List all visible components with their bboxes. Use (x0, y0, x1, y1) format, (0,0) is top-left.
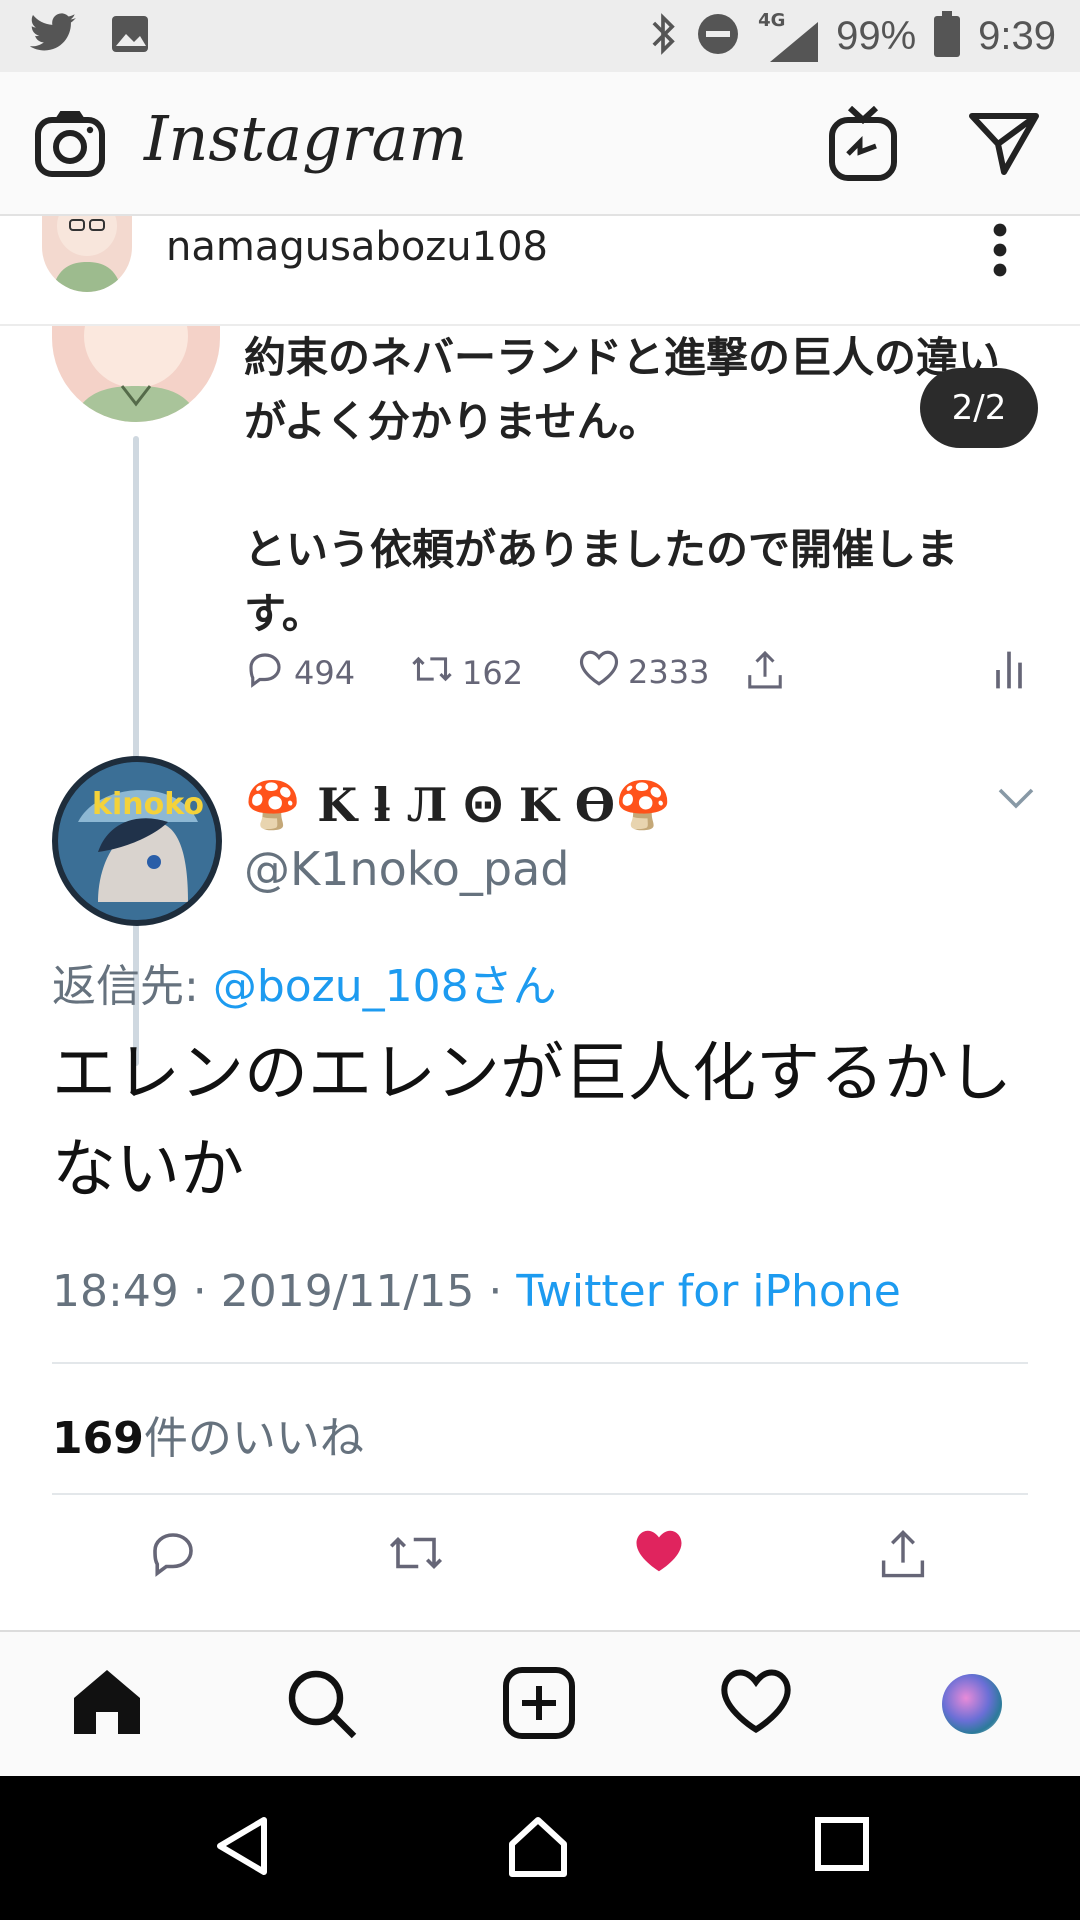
back-icon[interactable] (214, 1816, 270, 1880)
retweet-count: 162 (462, 654, 524, 692)
instagram-header: Instagram (0, 72, 1080, 216)
add-post-icon[interactable] (502, 1666, 576, 1744)
more-options-icon[interactable] (990, 222, 1010, 282)
instagram-bottom-nav (0, 1630, 1080, 1776)
retweet-action[interactable]: 162 (410, 648, 523, 698)
previous-tweet-line1: 約束のネバーランドと進撃の巨人の違いがよく分かりません。 (244, 333, 1001, 446)
signal-icon: 4G (758, 10, 819, 62)
camera-icon[interactable] (34, 110, 106, 182)
tweet-timestamp: 18:49 · 2019/11/15 · (52, 1266, 517, 1317)
likes-label: 件のいいね (143, 1413, 364, 1464)
post-header: namagusabozu108 (0, 216, 1080, 326)
tweet-card: 約束のネバーランドと進撃の巨人の違いがよく分かりません。 という依頼がありました… (0, 326, 1080, 1611)
direct-message-icon[interactable] (968, 110, 1040, 180)
chevron-down-icon[interactable] (998, 788, 1034, 814)
divider (52, 1493, 1028, 1495)
reply-count: 494 (294, 654, 356, 692)
svg-text:kinoko: kinoko (92, 787, 204, 822)
share-icon (744, 648, 786, 700)
do-not-disturb-icon (696, 12, 740, 60)
share-action[interactable] (744, 648, 786, 700)
android-nav-bar (0, 1776, 1080, 1920)
reply-action[interactable]: 494 (244, 648, 355, 698)
home-icon[interactable] (70, 1666, 144, 1742)
likes-summary[interactable]: 169件のいいね (52, 1402, 364, 1466)
clock: 9:39 (978, 13, 1056, 58)
like-count: 2333 (628, 653, 710, 691)
reply-icon[interactable] (146, 1526, 200, 1584)
search-icon[interactable] (284, 1666, 360, 1746)
reply-to-link[interactable]: @bozu_108さん (213, 961, 557, 1012)
previous-tweet-avatar (52, 326, 220, 422)
heart-outline-icon (578, 648, 620, 696)
battery-icon (934, 11, 961, 61)
previous-tweet-line2: という依頼がありましたので開催します。 (244, 525, 959, 638)
tweet-display-name: 🍄 K ƚ Л Ꙫ K Ө🍄 (244, 778, 673, 832)
tweet-body: エレンのエレンが巨人化するかしないか (52, 1037, 1012, 1207)
activity-heart-icon[interactable] (718, 1666, 794, 1740)
retweet-icon (410, 648, 454, 698)
previous-tweet-text: 約束のネバーランドと進撃の巨人の違いがよく分かりません。 という依頼がありました… (244, 326, 1004, 646)
analytics-action[interactable] (992, 648, 1026, 700)
like-action[interactable]: 2333 (578, 648, 709, 696)
post-username[interactable]: namagusabozu108 (166, 224, 548, 270)
reply-to-line: 返信先: @bozu_108さん (52, 950, 557, 1014)
tweet-meta: 18:49 · 2019/11/15 · Twitter for iPhone (52, 1266, 901, 1317)
reply-to-label: 返信先: (52, 961, 213, 1012)
carousel-page-indicator: 2/2 (920, 368, 1038, 448)
twitter-notification-icon (28, 12, 78, 60)
divider (52, 1362, 1028, 1364)
reply-icon (244, 648, 286, 698)
tweet-handle[interactable]: @K1noko_pad (244, 842, 569, 896)
bluetooth-icon (648, 12, 678, 60)
previous-tweet-actions: 494 162 2333 (244, 648, 1034, 704)
share-icon[interactable] (876, 1526, 930, 1586)
igtv-icon[interactable] (828, 105, 898, 186)
tweet-actions (0, 1526, 1080, 1606)
analytics-icon (992, 648, 1026, 700)
heart-filled-icon[interactable] (632, 1526, 686, 1580)
instagram-logo: Instagram (144, 102, 468, 175)
likes-count: 169 (52, 1413, 144, 1464)
tweet-source[interactable]: Twitter for iPhone (516, 1266, 900, 1317)
status-bar: 4G 99% 9:39 (0, 0, 1080, 72)
tweet-user-avatar[interactable]: kinoko (52, 756, 222, 926)
owner-avatar[interactable] (42, 216, 132, 292)
image-notification-icon (110, 14, 150, 58)
home-nav-icon[interactable] (506, 1816, 570, 1882)
profile-avatar[interactable] (942, 1674, 1002, 1734)
battery-percent: 99% (836, 13, 917, 58)
recents-icon[interactable] (814, 1816, 870, 1876)
retweet-icon[interactable] (386, 1526, 446, 1584)
